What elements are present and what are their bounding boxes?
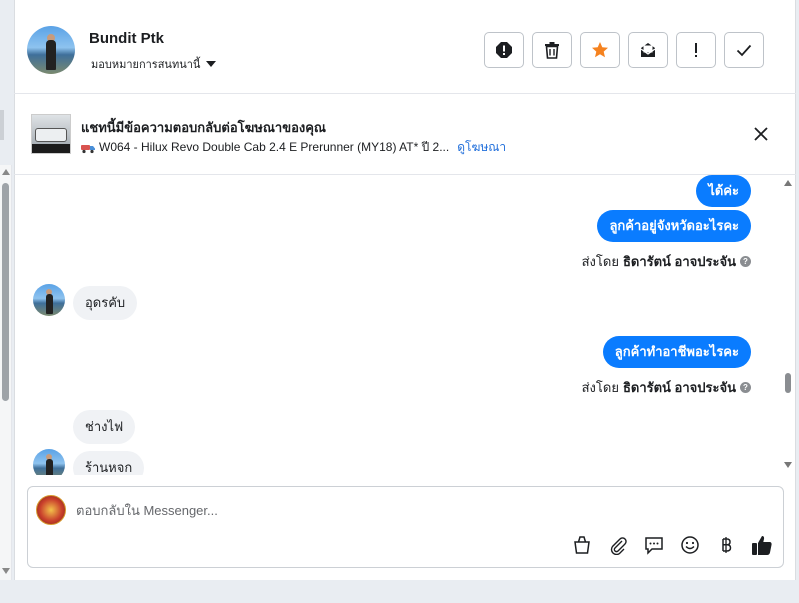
contact-avatar-small[interactable] [33, 284, 65, 316]
check-icon [736, 44, 752, 57]
sent-by-line: ส่งโดย ธิดารัตน์ อาจประจัน ? [582, 251, 751, 272]
star-button[interactable] [580, 32, 620, 68]
incoming-message[interactable]: ร้านหจก [73, 451, 145, 475]
paperclip-icon [610, 537, 627, 555]
scroll-up-arrow-icon[interactable] [2, 169, 10, 175]
follow-up-button[interactable] [676, 32, 716, 68]
composer-tools [571, 534, 773, 556]
ad-subtitle-text: W064 - Hilux Revo Double Cab 2.4 E Preru… [99, 140, 450, 154]
incoming-message[interactable]: อุดรคับ [73, 286, 138, 320]
sent-by-prefix: ส่งโดย [581, 380, 619, 395]
conversation-header: Bundit Ptk มอบหมายการสนทนานี้ [14, 6, 796, 94]
delete-button[interactable] [532, 32, 572, 68]
contact-avatar[interactable] [27, 26, 75, 74]
sent-by-line: ส่งโดย ธิดารัตน์ อาจประจัน ? [582, 377, 751, 398]
outgoing-message[interactable]: ได้ค่ะ [696, 175, 751, 207]
ad-reply-banner: แชทนี้มีข้อความตอบกลับต่อโฆษณาของคุณ W06… [14, 95, 796, 175]
exclamation-icon [695, 43, 697, 57]
bottom-bar [0, 580, 799, 603]
attach-button[interactable] [607, 534, 629, 556]
reply-input[interactable] [76, 499, 736, 521]
ad-banner-title: แชทนี้มีข้อความตอบกลับต่อโฆษณาของคุณ [81, 120, 326, 135]
chat-bubble-icon [645, 537, 663, 555]
scroll-down-arrow-icon[interactable] [2, 568, 10, 574]
payment-button[interactable] [715, 534, 737, 556]
page-scroll-thumb[interactable] [2, 183, 9, 401]
done-button[interactable] [724, 32, 764, 68]
smiley-icon [681, 536, 699, 554]
scroll-up-arrow-icon[interactable] [784, 180, 792, 186]
message-scrollbar[interactable] [782, 178, 794, 470]
thumbs-up-icon [752, 536, 772, 555]
close-icon[interactable] [752, 125, 770, 143]
view-ad-link[interactable]: ดูโฆษณา [457, 138, 506, 157]
message-thread: ได้ค่ะ ลูกค้าอยู่จังหวัดอะไรคะ ส่งโดย ธิ… [14, 175, 796, 475]
outgoing-message[interactable]: ลูกค้าทำอาชีพอะไรคะ [602, 336, 751, 368]
spam-button[interactable] [484, 32, 524, 68]
left-panel-edge [0, 110, 4, 140]
sent-by-prefix: ส่งโดย [581, 254, 619, 269]
shop-button[interactable] [571, 534, 593, 556]
contact-avatar-small[interactable] [33, 449, 65, 475]
envelope-icon [640, 43, 656, 57]
ad-banner-subtitle: W064 - Hilux Revo Double Cab 2.4 E Preru… [81, 138, 506, 157]
incoming-message[interactable]: ช่างไฟ [73, 410, 136, 444]
shopping-bag-icon [574, 536, 590, 554]
mark-unread-button[interactable] [628, 32, 668, 68]
emoji-button[interactable] [679, 534, 701, 556]
caret-down-icon [206, 61, 217, 67]
contact-name[interactable]: Bundit Ptk [89, 30, 164, 47]
reply-composer [27, 486, 784, 568]
page-avatar [36, 495, 66, 525]
like-button[interactable] [751, 534, 773, 556]
ad-thumbnail[interactable] [31, 114, 71, 154]
alert-octagon-icon [496, 42, 512, 58]
help-icon[interactable]: ? [740, 382, 751, 393]
assign-label: มอบหมายการสนทนานี้ [91, 59, 201, 71]
outgoing-message[interactable]: ลูกค้าอยู่จังหวัดอะไรคะ [597, 210, 751, 242]
assign-conversation-dropdown[interactable]: มอบหมายการสนทนานี้ [91, 55, 217, 73]
trash-icon [545, 42, 559, 59]
sent-by-agent-name: ธิดารัตน์ อาจประจัน [622, 254, 736, 269]
message-scroll-thumb[interactable] [785, 373, 791, 393]
scroll-down-arrow-icon[interactable] [784, 462, 792, 468]
truck-emoji-icon [81, 144, 95, 153]
help-icon[interactable]: ? [740, 256, 751, 267]
page-scrollbar[interactable] [0, 165, 12, 580]
star-icon [592, 42, 608, 58]
baht-icon [722, 537, 732, 553]
conversation-actions [484, 32, 764, 68]
saved-replies-button[interactable] [643, 534, 665, 556]
sent-by-agent-name: ธิดารัตน์ อาจประจัน [622, 380, 736, 395]
